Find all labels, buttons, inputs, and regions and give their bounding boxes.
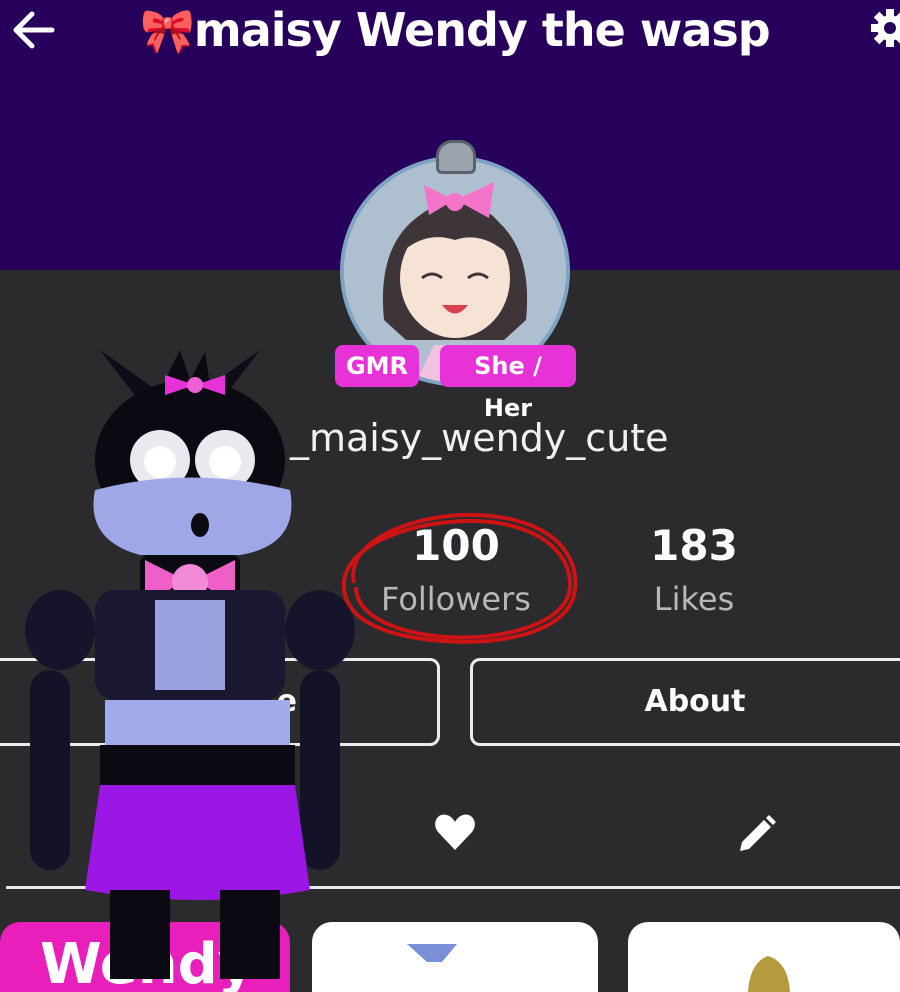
about-button[interactable]: About [470, 658, 900, 746]
heart-icon[interactable] [434, 812, 476, 852]
gear-icon[interactable] [860, 6, 900, 50]
avatar-frame-ornament [436, 140, 476, 174]
profile-title: 🎀maisy Wendy the wasp [140, 0, 780, 60]
likes-stat[interactable]: 183 Likes [584, 520, 804, 622]
pencil-icon[interactable] [736, 812, 778, 854]
post-card-thumbnail [748, 956, 790, 992]
character-sticker [25, 350, 355, 979]
profile-title-text: maisy Wendy the wasp [193, 3, 771, 57]
badge-pronouns: She / Her [440, 345, 576, 422]
bow-emoji: 🎀 [140, 6, 195, 57]
likes-count: 183 [650, 521, 738, 570]
red-circle-annotation [341, 512, 578, 644]
post-card[interactable] [628, 922, 900, 992]
back-arrow-icon[interactable] [10, 8, 56, 52]
likes-label: Likes [653, 580, 735, 618]
